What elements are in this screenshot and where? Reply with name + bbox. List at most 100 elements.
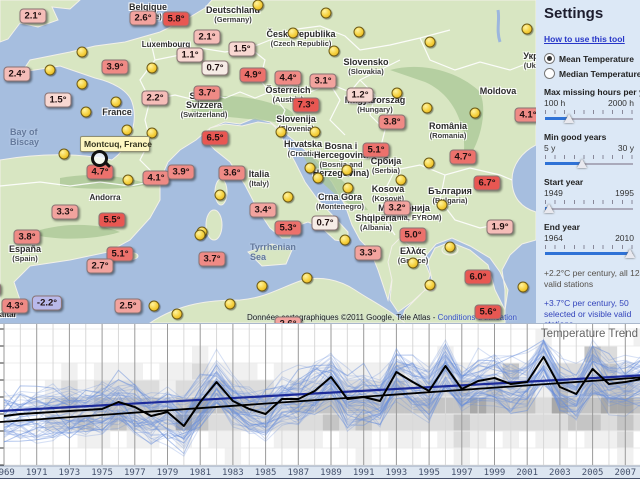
temperature-marker[interactable]: 4.7° <box>449 150 476 165</box>
station-dot[interactable] <box>422 103 433 114</box>
slider-track[interactable] <box>545 208 633 210</box>
temperature-marker[interactable]: 3.3° <box>51 205 78 220</box>
temperature-marker[interactable]: 4.3° <box>1 299 28 314</box>
temperature-marker[interactable]: 6.5° <box>201 131 228 146</box>
station-dot[interactable] <box>425 280 436 291</box>
temperature-marker[interactable]: 2.1° <box>193 30 220 45</box>
station-dot[interactable] <box>342 165 353 176</box>
temperature-marker[interactable]: 3.1° <box>309 74 336 89</box>
station-dot[interactable] <box>343 183 354 194</box>
station-dot[interactable] <box>195 230 206 241</box>
temperature-marker[interactable]: 5.6° <box>474 305 501 320</box>
station-dot[interactable] <box>354 27 365 38</box>
temperature-marker[interactable]: 6.0° <box>464 270 491 285</box>
temperature-marker[interactable]: 1.1° <box>176 48 203 63</box>
station-dot[interactable] <box>276 127 287 138</box>
station-dot[interactable] <box>59 149 70 160</box>
temperature-marker[interactable]: 4.9° <box>239 68 266 83</box>
temperature-marker[interactable]: 3.7° <box>198 252 225 267</box>
temperature-marker[interactable]: 1.5° <box>228 42 255 57</box>
temperature-marker[interactable]: 4.1° <box>142 171 169 186</box>
map-canvas[interactable]: Montcuq, France Données cartographiques … <box>0 0 536 323</box>
radio-button-icon[interactable] <box>544 53 555 64</box>
radio-median-temperature[interactable]: Median Temperature <box>544 68 640 79</box>
station-dot[interactable] <box>283 192 294 203</box>
radio-mean-temperature[interactable]: Mean Temperature <box>544 53 640 64</box>
temperature-marker[interactable]: 0.7° <box>311 216 338 231</box>
station-dot[interactable] <box>340 235 351 246</box>
temperature-marker[interactable]: 3.8° <box>378 115 405 130</box>
station-dot[interactable] <box>522 24 533 35</box>
station-dot[interactable] <box>172 309 183 320</box>
temperature-marker[interactable]: 3.6° <box>218 166 245 181</box>
temperature-marker[interactable]: 2.7° <box>86 259 113 274</box>
station-dot[interactable] <box>302 273 313 284</box>
temperature-marker[interactable]: 1.2° <box>346 88 373 103</box>
station-dot[interactable] <box>253 0 264 11</box>
station-dot[interactable] <box>45 65 56 76</box>
station-dot[interactable] <box>111 97 122 108</box>
slider-min-good-years[interactable]: Min good years5 y30 y <box>544 132 640 169</box>
station-dot[interactable] <box>77 47 88 58</box>
slider-max-missing-hours-per-year[interactable]: Max missing hours per year100 h2000 h <box>544 87 640 124</box>
temperature-marker[interactable]: 1.9° <box>486 220 513 235</box>
station-dot[interactable] <box>257 281 268 292</box>
temperature-marker[interactable]: 4.1° <box>514 108 536 123</box>
temperature-marker[interactable]: 2.5° <box>114 299 141 314</box>
temperature-marker[interactable]: 5.0° <box>399 228 426 243</box>
slider-handle[interactable] <box>625 249 635 258</box>
station-dot[interactable] <box>470 108 481 119</box>
temperature-marker[interactable]: 7.3° <box>292 98 319 113</box>
station-dot[interactable] <box>408 258 419 269</box>
station-dot[interactable] <box>425 37 436 48</box>
station-dot[interactable] <box>396 175 407 186</box>
temperature-marker[interactable]: 3.8° <box>13 230 40 245</box>
temperature-marker[interactable]: 4.4° <box>274 71 301 86</box>
temperature-marker[interactable]: -2.2° <box>32 296 62 311</box>
station-dot[interactable] <box>81 107 92 118</box>
station-dot[interactable] <box>288 28 299 39</box>
temperature-marker[interactable]: 3.2° <box>383 201 410 216</box>
temperature-marker[interactable]: 0.7° <box>201 61 228 76</box>
temperature-marker[interactable]: 3.9° <box>101 60 128 75</box>
station-dot[interactable] <box>149 301 160 312</box>
station-dot[interactable] <box>518 282 529 293</box>
station-dot[interactable] <box>392 88 403 99</box>
station-dot[interactable] <box>123 175 134 186</box>
temperature-marker[interactable]: 2.6° <box>274 317 301 324</box>
temperature-marker[interactable]: 3.9° <box>167 165 194 180</box>
slider-handle[interactable] <box>577 159 587 168</box>
temperature-marker[interactable]: 3.4° <box>249 203 276 218</box>
help-link[interactable]: How to use this tool <box>544 34 625 44</box>
station-dot[interactable] <box>313 173 324 184</box>
temperature-marker[interactable]: 3.3° <box>354 246 381 261</box>
temperature-marker[interactable]: 2.6° <box>129 11 156 26</box>
slider-end-year[interactable]: End year19642010 <box>544 222 640 259</box>
station-dot[interactable] <box>305 163 316 174</box>
station-dot[interactable] <box>310 127 321 138</box>
temperature-marker[interactable]: 1.5° <box>44 93 71 108</box>
station-dot[interactable] <box>77 79 88 90</box>
station-dot[interactable] <box>147 63 158 74</box>
temperature-marker[interactable]: 5.3° <box>274 221 301 236</box>
slider-handle[interactable] <box>544 204 554 213</box>
station-dot[interactable] <box>122 125 133 136</box>
station-dot[interactable] <box>321 8 332 19</box>
station-dot[interactable] <box>445 242 456 253</box>
slider-handle[interactable] <box>564 114 574 123</box>
station-dot[interactable] <box>329 46 340 57</box>
temperature-marker[interactable]: 6.7° <box>473 176 500 191</box>
temperature-marker[interactable]: 5.8° <box>162 12 189 27</box>
station-dot[interactable] <box>424 158 435 169</box>
temperature-marker[interactable]: 5.1° <box>362 143 389 158</box>
temperature-marker[interactable]: 3.7° <box>193 86 220 101</box>
temperature-marker[interactable]: 2.2° <box>141 91 168 106</box>
station-dot[interactable] <box>215 190 226 201</box>
station-dot[interactable] <box>225 299 236 310</box>
radio-button-icon[interactable] <box>544 68 555 79</box>
temperature-marker[interactable]: 2.1° <box>19 9 46 24</box>
slider-start-year[interactable]: Start year19491995 <box>544 177 640 214</box>
temperature-marker[interactable]: 2.4° <box>3 67 30 82</box>
station-dot[interactable] <box>437 200 448 211</box>
temperature-marker[interactable]: 5.5° <box>98 213 125 228</box>
